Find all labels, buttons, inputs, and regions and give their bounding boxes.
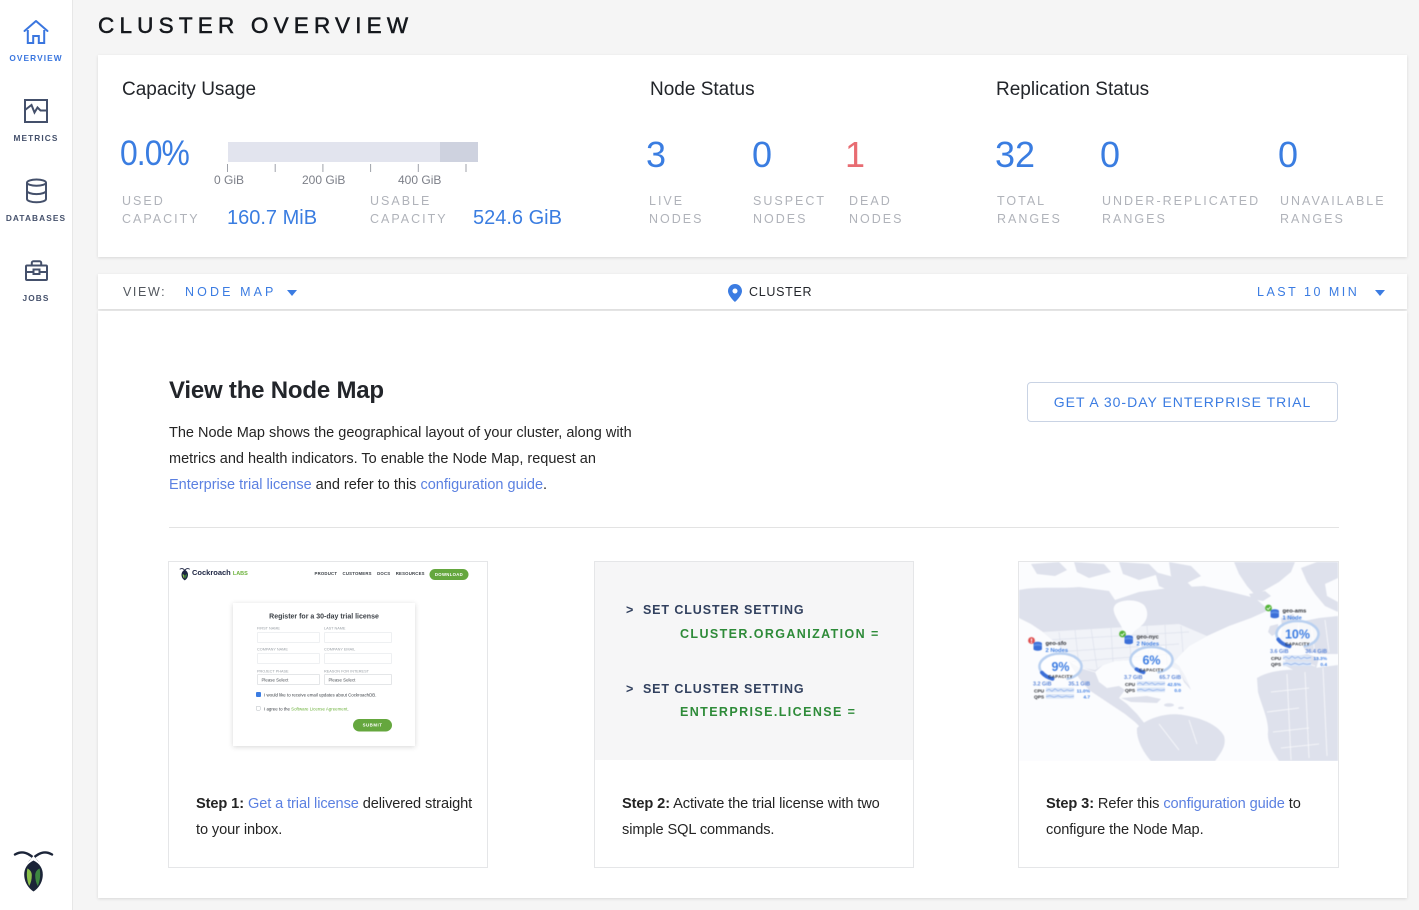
svg-text:CAPACITY: CAPACITY (1048, 674, 1073, 679)
svg-text:CAPACITY: CAPACITY (1285, 641, 1310, 646)
svg-text:9%: 9% (1051, 660, 1069, 674)
svg-text:13.3%: 13.3% (1313, 656, 1327, 662)
svg-text:36.4 GiB: 36.4 GiB (1305, 649, 1327, 655)
svg-text:3.6 GiB: 3.6 GiB (1270, 649, 1289, 655)
svg-text:10%: 10% (1285, 628, 1310, 642)
svg-text:2 Nodes: 2 Nodes (1137, 641, 1160, 647)
svg-text:6%: 6% (1142, 654, 1160, 668)
svg-text:2 Nodes: 2 Nodes (1046, 648, 1069, 654)
svg-text:65.7 GiB: 65.7 GiB (1159, 675, 1181, 681)
svg-text:4.7: 4.7 (1083, 695, 1090, 701)
svg-text:11.0%: 11.0% (1077, 688, 1091, 694)
svg-text:CPU: CPU (1271, 656, 1282, 662)
svg-text:0.4: 0.4 (1320, 662, 1327, 668)
svg-text:1 Node: 1 Node (1283, 615, 1303, 621)
svg-text:35.1 GiB: 35.1 GiB (1068, 682, 1090, 688)
svg-text:QPS: QPS (1125, 688, 1136, 694)
svg-text:42.5%: 42.5% (1167, 682, 1181, 688)
svg-text:geo-ams: geo-ams (1283, 609, 1307, 615)
svg-text:3.7 GiB: 3.7 GiB (1124, 675, 1143, 681)
svg-text:QPS: QPS (1271, 662, 1282, 668)
svg-text:QPS: QPS (1034, 695, 1045, 701)
svg-text:CAPACITY: CAPACITY (1139, 667, 1164, 672)
svg-text:geo-nyc: geo-nyc (1137, 635, 1160, 641)
svg-text:geo-sfo: geo-sfo (1046, 641, 1067, 647)
svg-text:CPU: CPU (1034, 688, 1045, 694)
svg-text:3.2 GiB: 3.2 GiB (1033, 682, 1052, 688)
svg-text:0.0: 0.0 (1174, 688, 1181, 694)
svg-text:CPU: CPU (1125, 682, 1136, 688)
